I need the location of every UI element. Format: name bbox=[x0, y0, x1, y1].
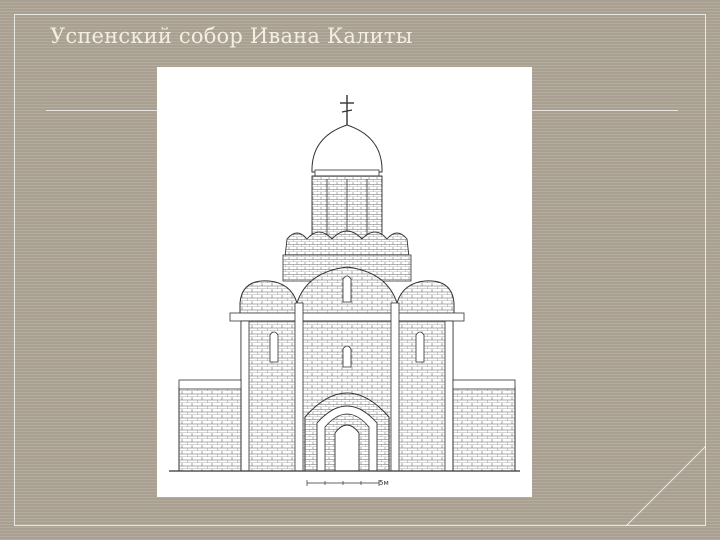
cathedral-elevation-drawing-icon bbox=[169, 95, 520, 486]
slide: Успенский собор Ивана Калиты 5м bbox=[0, 0, 720, 540]
scale-label: 5м bbox=[379, 479, 389, 487]
frame-corner bbox=[626, 446, 706, 526]
cathedral-figure: 5м bbox=[157, 67, 532, 497]
slide-title: Успенский собор Ивана Калиты bbox=[50, 24, 413, 48]
cross-icon bbox=[340, 95, 354, 127]
